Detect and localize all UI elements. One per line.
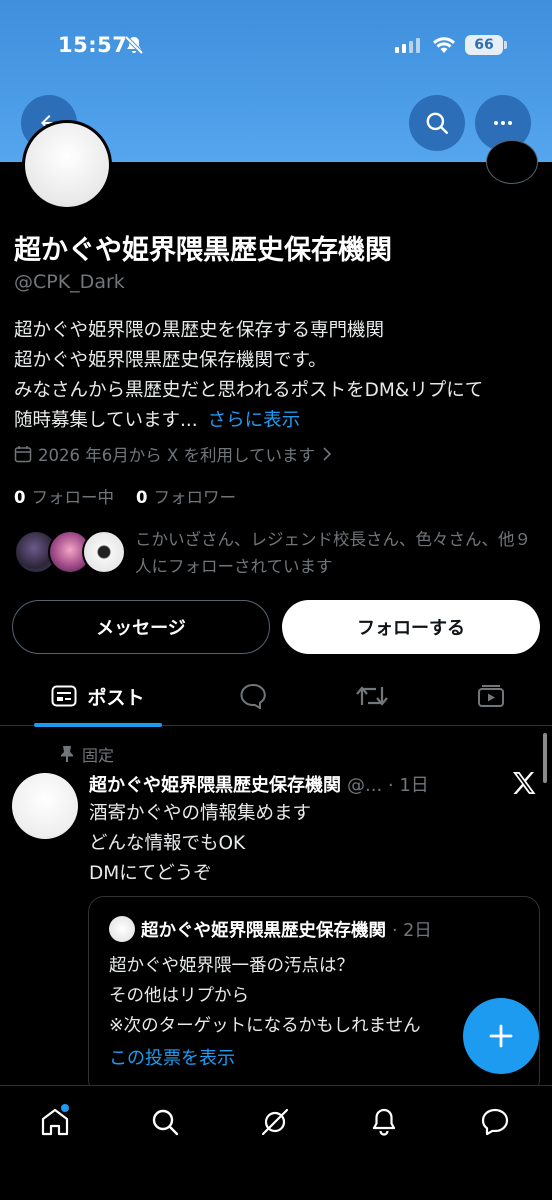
tab-posts-label: ポスト [87, 686, 145, 709]
bio-line: 随時募集しています... さらに表示 [14, 406, 544, 436]
joined-date[interactable]: 2026 年6月から X を利用しています [14, 442, 333, 466]
wifi-icon [432, 36, 456, 58]
pinned-label: 固定 [82, 746, 115, 765]
profile-bio: 超かぐや姫界隈の黒歴史を保存する専門機関 超かぐや姫界隈黒歴史保存機関です。 み… [14, 316, 544, 436]
bell-muted-icon [124, 35, 144, 59]
joined-text: 2026 年6月から X を利用しています [38, 446, 316, 465]
follow-stats: 0 フォロー中 0 フォロワー [14, 484, 236, 508]
bio-line-text: 随時募集しています... [14, 410, 198, 431]
post-meta: @... · 1日 [347, 775, 429, 796]
scrollbar[interactable] [543, 733, 547, 783]
battery-indicator: 66 [465, 35, 507, 55]
followers-stat[interactable]: 0 フォロワー [136, 484, 236, 508]
tab-replies[interactable] [228, 666, 278, 726]
post-header: 超かぐや姫界隈黒歴史保存機関 @... · 1日 [89, 771, 429, 797]
chat-bubble-icon [481, 1108, 509, 1136]
bottom-navigation [0, 1085, 552, 1200]
posts-icon [51, 685, 77, 707]
known-followers-avatars[interactable] [14, 530, 126, 574]
profile-tabs: ポスト [0, 666, 552, 727]
post-line: 酒寄かぐやの情報集めます [89, 803, 312, 824]
known-followers-text[interactable]: こかいざさん、レジェンド校長さん、色々さん、他９人にフォローされています [135, 526, 545, 580]
calendar-icon [14, 446, 32, 463]
quote-body: 超かぐや姫界隈一番の汚点は？ その他はリプから ※次のターゲットになるかもしれま… [109, 951, 421, 1041]
compose-post-button[interactable] [463, 998, 539, 1074]
repost-icon [356, 686, 388, 706]
following-stat[interactable]: 0 フォロー中 [14, 484, 114, 508]
bio-line: みなさんから黒歴史だと思われるポストをDM&リプにて [14, 380, 484, 401]
post-line: どんな情報でもOK [89, 833, 246, 854]
quote-line: ※次のターゲットになるかもしれません [109, 1016, 421, 1036]
pin-icon [61, 746, 73, 762]
video-icon [478, 685, 504, 707]
tab-media[interactable] [466, 666, 516, 726]
tab-reposts[interactable] [347, 666, 397, 726]
bio-line: 超かぐや姫界隈の黒歴史を保存する専門機関 [14, 320, 385, 341]
quote-line: その他はリプから [109, 986, 249, 1006]
quote-header: 超かぐや姫界隈黒歴史保存機関 · 2日 [141, 917, 432, 942]
post-line: DMにてどうぞ [89, 863, 212, 884]
profile-name: 超かぐや姫界隈黒歴史保存機関 [14, 235, 392, 266]
following-label: フォロー中 [31, 488, 114, 507]
profile-action-button[interactable] [486, 140, 538, 184]
avatar [109, 916, 135, 942]
follow-button[interactable]: フォローする [282, 600, 540, 654]
quoted-post[interactable]: 超かぐや姫界隈黒歴史保存機関 · 2日 超かぐや姫界隈一番の汚点は？ その他はリ… [88, 896, 540, 1096]
avatar [82, 530, 126, 574]
more-horizontal-icon [494, 121, 512, 125]
plus-icon [489, 1024, 513, 1048]
chevron-right-icon [323, 447, 332, 461]
nav-search[interactable] [145, 1102, 185, 1142]
nav-grok[interactable] [255, 1102, 295, 1142]
message-button[interactable]: メッセージ [12, 600, 270, 654]
quote-meta: · 2日 [392, 921, 432, 941]
nav-messages[interactable] [475, 1102, 515, 1142]
cellular-signal-icon [395, 37, 421, 57]
notification-dot [61, 1104, 69, 1112]
post-author-avatar[interactable] [12, 773, 78, 839]
status-time: 15:57 [58, 33, 128, 57]
grok-icon [261, 1108, 289, 1136]
following-count: 0 [14, 488, 26, 507]
profile-handle: @CPK_Dark [14, 271, 125, 293]
followers-label: フォロワー [153, 488, 236, 507]
pinned-indicator: 固定 [60, 742, 114, 766]
quote-author-name: 超かぐや姫界隈黒歴史保存機関 [141, 921, 386, 941]
bell-icon [372, 1108, 396, 1136]
bio-line: 超かぐや姫界隈黒歴史保存機関です。 [14, 350, 327, 371]
x-logo-icon [511, 771, 537, 799]
nav-home[interactable] [35, 1102, 75, 1142]
bio-show-more-link[interactable]: さらに表示 [208, 410, 301, 431]
reply-icon [240, 683, 266, 709]
followers-count: 0 [135, 488, 148, 507]
nav-notifications[interactable] [364, 1102, 404, 1142]
quote-line: 超かぐや姫界隈一番の汚点は？ [109, 956, 354, 976]
profile-avatar[interactable] [22, 120, 112, 210]
tab-posts[interactable]: ポスト [34, 666, 162, 727]
search-icon [152, 1109, 179, 1136]
header-search-button[interactable] [409, 95, 465, 151]
search-icon [426, 112, 448, 134]
post-body: 酒寄かぐやの情報集めます どんな情報でもOK DMにてどうぞ [89, 799, 311, 889]
show-poll-link[interactable]: この投票を表示 [109, 1044, 235, 1070]
post-author-name[interactable]: 超かぐや姫界隈黒歴史保存機関 [89, 771, 341, 797]
